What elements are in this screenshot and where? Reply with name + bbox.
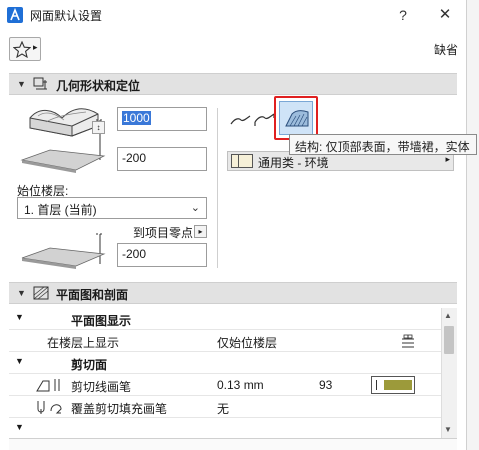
collapse-arrow-icon: ▼ [15,422,24,432]
to-project-zero-label: 到项目零点 [133,226,194,240]
plan-section-icon [33,286,49,300]
material-name: 通用类 - 环境 [258,156,329,170]
project-zero-menu-icon[interactable]: ▸ [194,225,207,238]
scroll-up-arrow-icon[interactable]: ▲ [444,311,452,320]
star-icon [13,41,31,58]
row-value: 仅始位楼层 [217,336,278,350]
table-row[interactable]: 在楼层上显示 仅始位楼层 [9,330,441,352]
table-row[interactable]: ▼ 剪切面 [9,352,441,374]
app-logo-icon [7,7,23,23]
scrollbar-thumb[interactable] [444,326,454,354]
section-title-plan-section: 平面图和剖面 [56,288,129,302]
scroll-down-arrow-icon[interactable]: ▼ [444,425,452,434]
background-window-strip [466,0,479,450]
help-button[interactable]: ? [392,4,414,26]
table-row[interactable]: ▼ 平面图显示 [9,308,441,330]
height-arrows-icon[interactable]: ↕ [92,121,105,134]
collapse-arrow-icon: ▼ [15,312,24,322]
home-story-dropdown[interactable]: 1. 首层 (当前) ⌄ [17,197,207,219]
top-elevation-field[interactable]: 1000 [117,107,207,131]
bottom-offset-field[interactable]: -200 [117,147,207,171]
property-table: ▼ 平面图显示 在楼层上显示 仅始位楼层 ▼ 剪切面 剪切线画笔 0.13 mm… [9,308,457,450]
row-value: 无 [217,402,230,416]
tooltip: 结构: 仅顶部表面，带墙裙，实体 [289,134,477,155]
section-title-geometry: 几何形状和定位 [56,79,141,93]
pen-color-swatch[interactable] [371,376,415,394]
section-header-geometry[interactable]: ▼ 几何形状和定位 [9,73,457,95]
column-divider [217,108,218,268]
row-value: 0.13 mm [217,378,264,392]
table-row[interactable]: 覆盖剪切填充画笔 无 [9,396,441,418]
mesh-illustration-icon [20,108,106,173]
project-zero-illustration-icon [21,233,106,269]
geometry-positioning-icon [33,77,47,90]
cut-line-pen-icon [36,379,60,392]
pen-number: 93 [319,378,333,392]
structure-with-skirt-icon[interactable] [253,108,275,130]
project-zero-offset-field[interactable]: -200 [117,243,207,267]
row-label: 覆盖剪切填充画笔 [71,402,168,416]
structure-top-only-icon[interactable] [229,108,251,130]
table-row[interactable]: 剪切线画笔 0.13 mm 93 [9,374,441,396]
collapse-arrow-icon: ▼ [17,79,26,89]
home-story-value: 1. 首层 (当前) [24,203,97,217]
favorites-button[interactable]: ▸ [9,37,41,61]
default-label: 缺省 [434,43,459,57]
collapse-arrow-icon: ▼ [15,356,24,366]
window-title: 网面默认设置 [30,9,103,23]
close-button[interactable]: ✕ [434,4,456,26]
collapse-arrow-icon: ▼ [17,288,26,298]
row-label: 在楼层上显示 [47,336,120,350]
chevron-right-icon: ▸ [33,42,38,52]
chevron-right-icon: ▸ [445,154,450,164]
row-label: 剪切线画笔 [71,380,132,394]
group-label: 剪切面 [71,358,108,372]
material-swatch-icon [231,154,253,168]
story-stack-icon[interactable] [401,334,415,348]
panel-bottom-edge [9,438,457,450]
section-header-plan-section[interactable]: ▼ 平面图和剖面 [9,282,457,304]
cut-fill-pen-icon [37,401,62,414]
group-label: 平面图显示 [71,314,132,328]
chevron-down-icon: ⌄ [190,202,200,214]
table-row[interactable]: ▼ [9,418,441,440]
